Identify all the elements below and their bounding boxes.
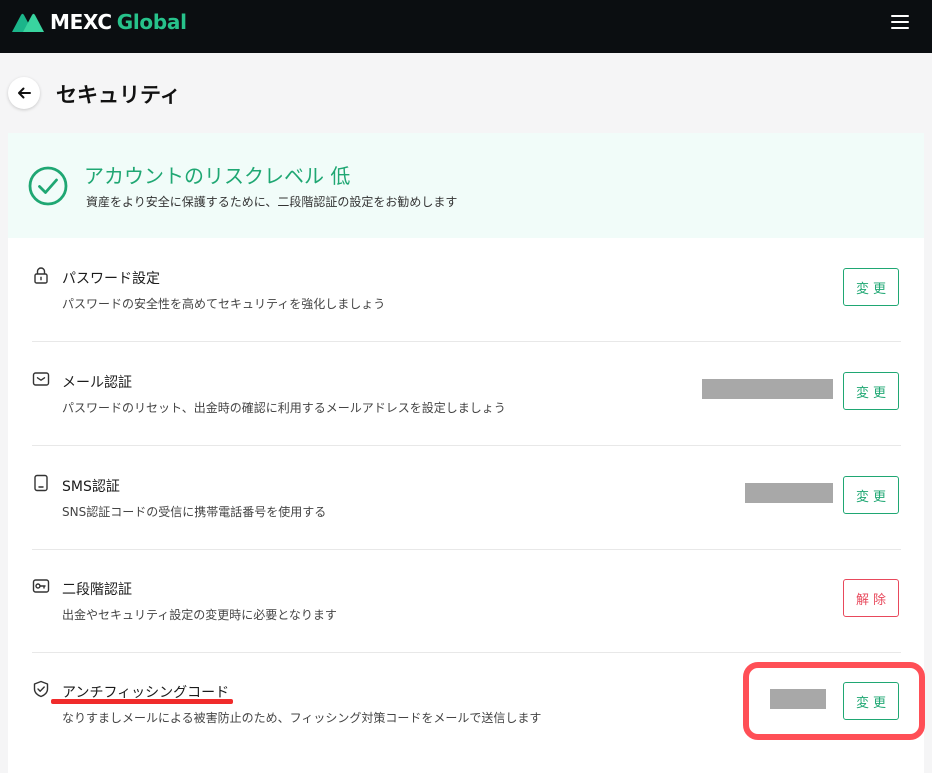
annotation-underline	[51, 699, 233, 704]
setting-description: パスワードの安全性を高めてセキュリティを強化しましょう	[62, 297, 386, 311]
logo-text-mexc: MEXC	[50, 10, 112, 34]
arrow-left-icon	[18, 87, 31, 99]
lock-icon	[34, 267, 48, 284]
setting-title: パスワード設定	[62, 271, 160, 287]
top-bar: MEXC Global	[0, 0, 932, 53]
key-icon	[32, 579, 50, 593]
setting-description: パスワードのリセット、出金時の確認に利用するメールアドレスを設定しましょう	[62, 401, 506, 415]
setting-title: メール認証	[62, 375, 132, 391]
setting-title: 二段階認証	[62, 582, 132, 598]
mexc-logo[interactable]: MEXC Global	[11, 10, 187, 34]
page-title: セキュリティ	[56, 83, 181, 107]
phone-icon	[34, 474, 48, 492]
setting-description: なりすましメールによる被害防止のため、フィッシング対策コードをメールで送信します	[62, 711, 542, 725]
setting-row-sms: SMS認証 SNS認証コードの受信に携帯電話番号を使用する 変更	[32, 446, 901, 550]
hamburger-menu-icon[interactable]	[891, 13, 911, 31]
setting-description: SNS認証コードの受信に携帯電話番号を使用する	[62, 505, 327, 519]
back-button[interactable]	[8, 77, 40, 109]
setting-row-2fa: 二段階認証 出金やセキュリティ設定の変更時に必要となります 解除	[32, 549, 901, 653]
change-password-button[interactable]: 変更	[843, 268, 899, 306]
setting-title: SMS認証	[62, 479, 120, 495]
risk-level-title: アカウントのリスクレベル 低	[84, 164, 351, 188]
shield-check-icon	[33, 680, 49, 698]
check-circle-icon	[28, 166, 68, 206]
change-sms-button[interactable]: 変更	[843, 476, 899, 514]
redacted-email-value	[702, 379, 833, 399]
logo-text-global: Global	[116, 10, 187, 34]
setting-row-email: メール認証 パスワードのリセット、出金時の確認に利用するメールアドレスを設定しま…	[32, 342, 901, 446]
mexc-logo-icon	[12, 13, 44, 32]
disable-2fa-button[interactable]: 解除	[843, 579, 899, 617]
change-email-button[interactable]: 変更	[843, 372, 899, 410]
risk-level-description: 資産をより安全に保護するために、二段階認証の設定をお勧めします	[86, 195, 458, 209]
setting-description: 出金やセキュリティ設定の変更時に必要となります	[62, 608, 337, 622]
redacted-phone-value	[745, 483, 833, 503]
mail-icon	[32, 372, 50, 386]
annotation-highlight-box	[743, 662, 925, 740]
risk-level-banner: アカウントのリスクレベル 低 資産をより安全に保護するために、二段階認証の設定を…	[8, 133, 924, 238]
setting-row-password: パスワード設定 パスワードの安全性を高めてセキュリティを強化しましょう 変更	[32, 238, 901, 342]
